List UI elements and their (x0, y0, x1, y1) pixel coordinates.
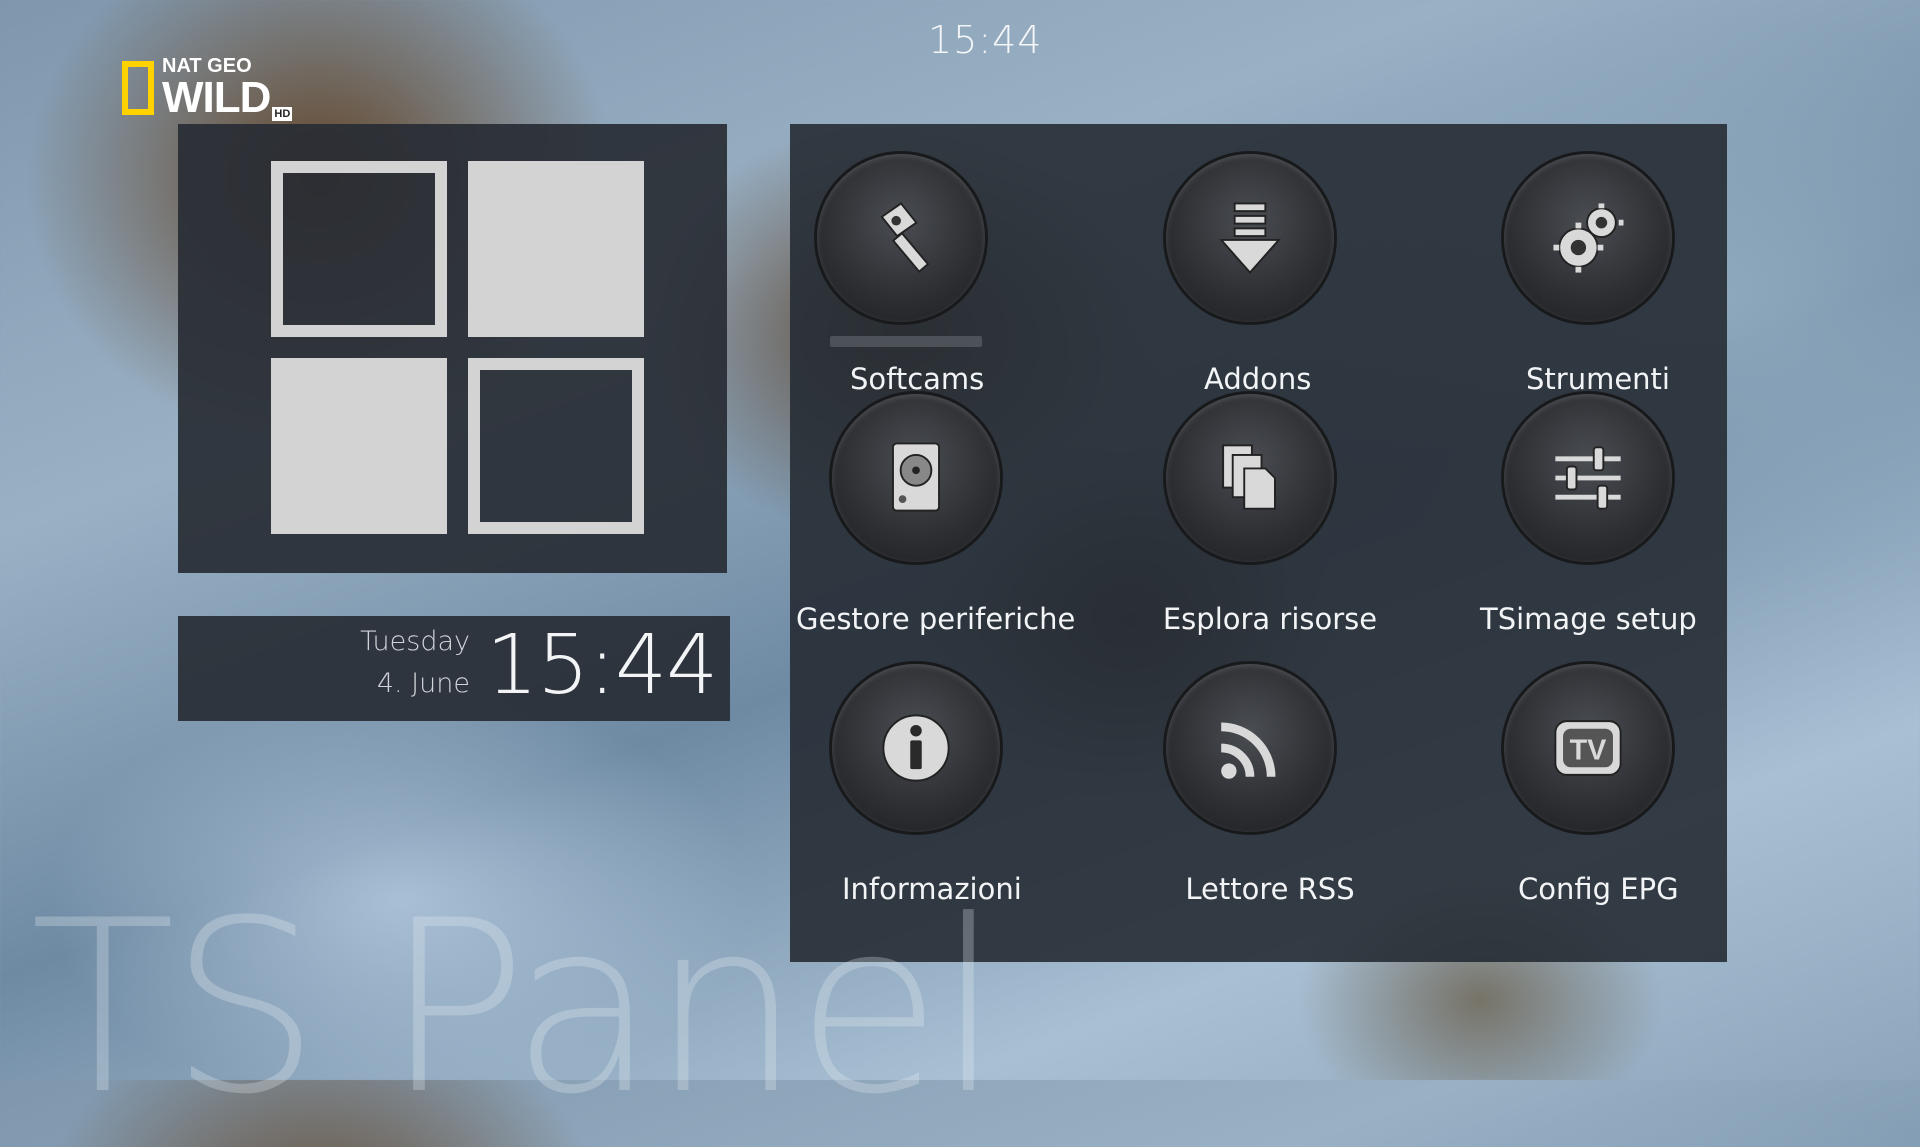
top-clock: 15:44 (928, 18, 1043, 62)
harddisk-icon (832, 394, 1000, 562)
logo-main-text: WILD (162, 73, 271, 122)
menu-label-addons: Addons (1204, 362, 1312, 396)
panel-clock: 15:44 (486, 618, 718, 713)
date-label: 4. June (376, 668, 470, 699)
logo-text: NAT GEO WILD HD (162, 56, 293, 122)
sliders-icon (1504, 394, 1672, 562)
tiles-panel (178, 124, 727, 573)
channel-logo: NAT GEO WILD HD (122, 56, 293, 122)
logo-hd-badge: HD (272, 107, 293, 121)
tv-icon: TV (1504, 664, 1672, 832)
download-icon (1166, 154, 1334, 322)
tile-top-right (468, 161, 644, 337)
menu-label-tsimage-setup: TSimage setup (1480, 602, 1697, 636)
menu-item-tsimage-setup[interactable]: TSimage setup (1430, 394, 1750, 664)
menu-item-lettore-rss[interactable]: Lettore RSS (1110, 664, 1430, 934)
menu-panel: Softcams Addons Strumenti Gestore perife… (790, 124, 1727, 962)
tile-bottom-left (271, 358, 447, 534)
selection-indicator (830, 336, 982, 347)
menu-item-config-epg[interactable]: TV Config EPG (1430, 664, 1750, 934)
svg-text:TV: TV (1570, 735, 1608, 767)
key-icon (817, 154, 985, 322)
tile-top-left (271, 161, 447, 337)
menu-item-gestore-periferiche[interactable]: Gestore periferiche (790, 394, 1110, 664)
natgeo-frame-icon (122, 61, 154, 115)
menu-item-softcams[interactable]: Softcams (790, 124, 1110, 396)
menu-label-softcams: Softcams (850, 362, 985, 396)
menu-item-strumenti[interactable]: Strumenti (1430, 124, 1750, 396)
gears-icon (1504, 154, 1672, 322)
files-icon (1166, 394, 1334, 562)
menu-label-gestore-periferiche: Gestore periferiche (796, 602, 1076, 636)
menu-label-lettore-rss: Lettore RSS (1185, 872, 1355, 906)
menu-item-esplora-risorse[interactable]: Esplora risorse (1110, 394, 1430, 664)
menu-label-config-epg: Config EPG (1518, 872, 1679, 906)
menu-item-addons[interactable]: Addons (1110, 124, 1430, 396)
panel-watermark: TS Panel (30, 870, 1002, 1147)
tile-bottom-right (468, 358, 644, 534)
day-label: Tuesday (360, 626, 470, 657)
menu-label-strumenti: Strumenti (1526, 362, 1670, 396)
rss-icon (1166, 664, 1334, 832)
info-icon (832, 664, 1000, 832)
datetime-panel: Tuesday 4. June 15:44 (178, 616, 730, 721)
menu-label-esplora-risorse: Esplora risorse (1162, 602, 1378, 636)
